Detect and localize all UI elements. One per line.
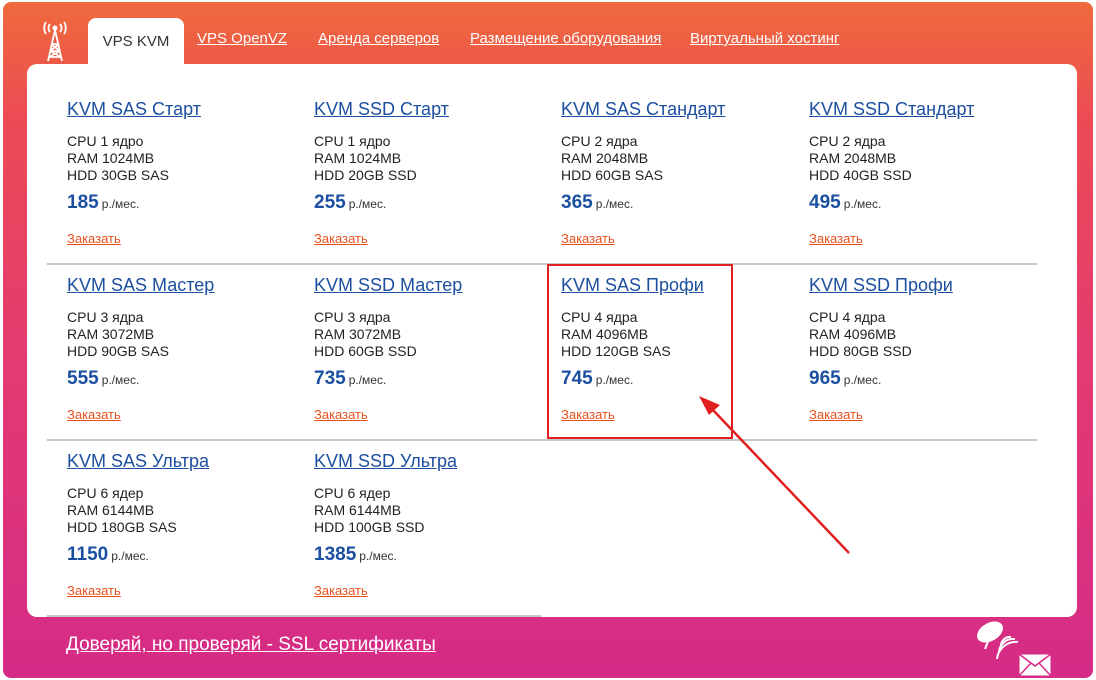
price-value: 185 <box>67 192 99 213</box>
plan-name-link[interactable]: KVM SSD Мастер <box>314 275 462 296</box>
plan-price: 495 р./мес. <box>809 192 881 214</box>
plan-cpu: CPU 6 ядер <box>67 485 144 501</box>
plan-hdd: HDD 30GB SAS <box>67 167 169 183</box>
price-unit: р./мес. <box>595 197 634 211</box>
plan-name-link[interactable]: KVM SSD Старт <box>314 99 449 120</box>
plan-ram: RAM 1024MB <box>314 150 402 166</box>
plan-price: 735 р./мес. <box>314 368 386 390</box>
plan-name-link[interactable]: KVM SSD Стандарт <box>809 99 974 120</box>
plan-card: KVM SSD Мастер CPU 3 ядра RAM 3072MB HDD… <box>294 240 541 422</box>
satellite-dish-icon <box>977 621 1019 660</box>
tab-virtual-hosting[interactable]: Виртуальный хостинг <box>690 30 839 47</box>
plan-name-link[interactable]: KVM SAS Ультра <box>67 451 209 472</box>
plan-ram: RAM 4096MB <box>809 326 897 342</box>
plan-hdd: HDD 60GB SAS <box>561 167 663 183</box>
plan-card: KVM SAS Ультра CPU 6 ядер RAM 6144MB HDD… <box>47 416 294 598</box>
plan-ram: RAM 6144MB <box>67 502 155 518</box>
plan-hdd: HDD 180GB SAS <box>67 519 177 535</box>
price-unit: р./мес. <box>101 197 140 211</box>
plan-hdd: HDD 90GB SAS <box>67 343 169 359</box>
plan-cpu: CPU 1 ядро <box>314 133 391 149</box>
plan-ram: RAM 3072MB <box>67 326 155 342</box>
plan-ram: RAM 2048MB <box>561 150 649 166</box>
plan-cpu: CPU 2 ядра <box>809 133 886 149</box>
plan-hdd: HDD 40GB SSD <box>809 167 912 183</box>
plan-card: KVM SSD Старт CPU 1 ядро RAM 1024MB HDD … <box>294 64 541 246</box>
price-unit: р./мес. <box>359 549 397 563</box>
envelope-icon[interactable] <box>1018 653 1052 677</box>
price-value: 555 <box>67 368 99 389</box>
plan-price: 1150 р./мес. <box>67 544 149 566</box>
plan-cpu: CPU 1 ядро <box>67 133 144 149</box>
plan-name-link[interactable]: KVM SSD Ультра <box>314 451 457 472</box>
tab-vps-openvz[interactable]: VPS OpenVZ <box>197 30 287 47</box>
plan-price: 555 р./мес. <box>67 368 139 390</box>
plan-name-link[interactable]: KVM SAS Мастер <box>67 275 214 296</box>
order-link[interactable]: Заказать <box>314 583 368 598</box>
plan-hdd: HDD 80GB SSD <box>809 343 912 359</box>
price-value: 735 <box>314 368 346 389</box>
plan-name-link[interactable]: KVM SSD Профи <box>809 275 953 296</box>
price-unit: р./мес. <box>843 373 882 387</box>
highlight-box <box>547 264 733 439</box>
order-link[interactable]: Заказать <box>809 407 863 422</box>
row-divider <box>47 615 541 617</box>
plan-price: 185 р./мес. <box>67 192 139 214</box>
plan-cpu: CPU 2 ядра <box>561 133 638 149</box>
plan-cpu: CPU 3 ядра <box>314 309 391 325</box>
plan-ram: RAM 6144MB <box>314 502 402 518</box>
plan-cpu: CPU 3 ядра <box>67 309 144 325</box>
plan-card: KVM SAS Мастер CPU 3 ядра RAM 3072MB HDD… <box>47 240 294 422</box>
plan-ram: RAM 3072MB <box>314 326 402 342</box>
order-link[interactable]: Заказать <box>67 583 121 598</box>
plan-card: KVM SAS Стандарт CPU 2 ядра RAM 2048MB H… <box>541 64 788 246</box>
plan-price: 965 р./мес. <box>809 368 881 390</box>
tab-colocation[interactable]: Размещение оборудования <box>470 30 661 47</box>
antenna-tower-icon <box>43 21 67 62</box>
plan-cpu: CPU 6 ядер <box>314 485 391 501</box>
plan-name-link[interactable]: KVM SAS Старт <box>67 99 201 120</box>
plan-card: KVM SSD Ультра CPU 6 ядер RAM 6144MB HDD… <box>294 416 541 598</box>
price-unit: р./мес. <box>348 197 387 211</box>
price-value: 1385 <box>314 544 357 565</box>
price-unit: р./мес. <box>843 197 882 211</box>
plan-name-link[interactable]: KVM SAS Стандарт <box>561 99 725 120</box>
plan-ram: RAM 1024MB <box>67 150 155 166</box>
plan-card: KVM SSD Профи CPU 4 ядра RAM 4096MB HDD … <box>789 240 1036 422</box>
price-value: 495 <box>809 192 841 213</box>
plan-price: 365 р./мес. <box>561 192 633 214</box>
plan-hdd: HDD 20GB SSD <box>314 167 417 183</box>
price-unit: р./мес. <box>101 373 140 387</box>
price-value: 1150 <box>67 544 109 565</box>
plan-card: KVM SSD Стандарт CPU 2 ядра RAM 2048MB H… <box>789 64 1036 246</box>
plan-cpu: CPU 4 ядра <box>809 309 886 325</box>
plan-price: 255 р./мес. <box>314 192 386 214</box>
plan-hdd: HDD 100GB SSD <box>314 519 425 535</box>
tab-vps-kvm[interactable]: VPS KVM <box>88 18 184 64</box>
price-value: 255 <box>314 192 346 213</box>
tab-server-rental[interactable]: Аренда серверов <box>318 30 439 47</box>
plan-ram: RAM 2048MB <box>809 150 897 166</box>
ssl-certificates-link[interactable]: Доверяй, но проверяй - SSL сертификаты <box>66 634 436 656</box>
price-unit: р./мес. <box>111 549 149 563</box>
price-value: 365 <box>561 192 593 213</box>
tariff-panel: KVM SAS Старт CPU 1 ядро RAM 1024MB HDD … <box>27 64 1077 617</box>
price-value: 965 <box>809 368 841 389</box>
plan-hdd: HDD 60GB SSD <box>314 343 417 359</box>
price-unit: р./мес. <box>348 373 387 387</box>
plan-card: KVM SAS Старт CPU 1 ядро RAM 1024MB HDD … <box>47 64 294 246</box>
plan-price: 1385 р./мес. <box>314 544 397 566</box>
